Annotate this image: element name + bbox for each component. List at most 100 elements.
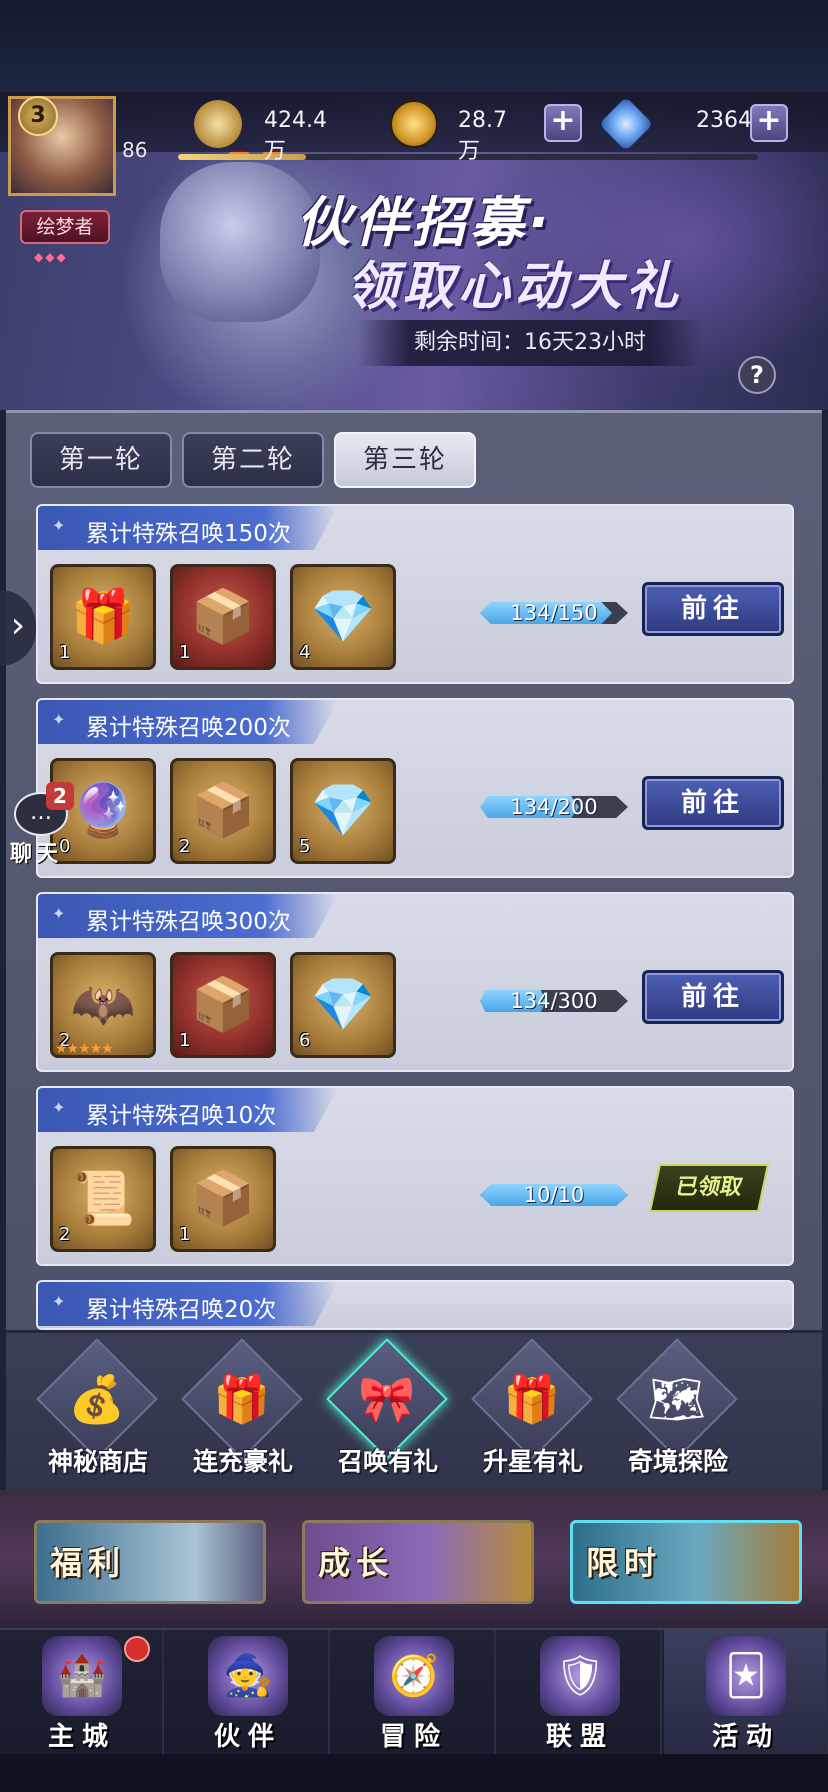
category-label: 成长 (318, 1544, 395, 1582)
nav-label: 联盟 (545, 1722, 614, 1752)
help-button[interactable]: ? (738, 356, 776, 394)
task-card: ✦ 累计特殊召唤20次 (36, 1280, 794, 1330)
role-dots: ◆◆◆ (34, 250, 68, 264)
task-title: 累计特殊召唤20次 (86, 1297, 277, 1323)
task-card: ✦ 累计特殊召唤300次 🦇 2 ★★★★★ 📦 1 💎 6 134/300 前往 (36, 892, 794, 1072)
item-quantity: 2 (59, 1224, 71, 1245)
nav-label: 伙伴 (213, 1722, 282, 1752)
item-quantity: 1 (179, 642, 191, 663)
cards-icon: 🃏 (725, 1653, 767, 1699)
progress-text: 134/300 (510, 989, 598, 1013)
reward-item[interactable]: 💎 5 (290, 758, 396, 864)
progress-text: 10/10 (523, 1183, 585, 1207)
progress-bar: 134/200 (480, 794, 628, 820)
go-button[interactable]: 前往 (642, 776, 784, 830)
go-button[interactable]: 前往 (642, 970, 784, 1024)
category-growth[interactable]: 成长 (302, 1520, 534, 1604)
item-quantity: 1 (179, 1030, 191, 1051)
event-shortcut[interactable]: 🎁 升星有礼 (465, 1338, 601, 1486)
reward-item[interactable]: 📦 2 (170, 758, 276, 864)
item-quantity: 2 (179, 836, 191, 857)
event-label: 升星有礼 (482, 1447, 583, 1476)
tab-round-2[interactable]: 第二轮 (182, 432, 324, 488)
remaining-time: 剩余时间：16天23小时 (358, 320, 702, 366)
nav-item[interactable]: 🛡 联盟 (498, 1630, 662, 1754)
go-button[interactable]: 前往 (642, 582, 784, 636)
wizard-hat-icon: 🧙 (223, 1653, 273, 1699)
progress-bar: 134/300 (480, 988, 628, 1014)
nav-item[interactable]: 🃏 活动 (664, 1630, 828, 1754)
event-shortcut[interactable]: 🗺 奇境探险 (610, 1338, 746, 1486)
event-label: 神秘商店 (47, 1447, 148, 1476)
player-level-badge: 3 (18, 96, 58, 136)
event-label: 连充豪礼 (192, 1447, 293, 1476)
gold-coin-icon (390, 100, 438, 148)
chat-badge: 2 (46, 782, 74, 810)
item-quantity: 4 (299, 642, 311, 663)
task-title: 累计特殊召唤300次 (86, 909, 291, 935)
nav-item[interactable]: 🧙 伙伴 (166, 1630, 330, 1754)
progress-text: 134/200 (510, 795, 598, 819)
power-value: 424.4万 (264, 108, 327, 164)
reward-item[interactable]: 📦 1 (170, 564, 276, 670)
shield-icon: 🛡 (554, 1653, 606, 1699)
reward-item[interactable]: 🎁 1 (50, 564, 156, 670)
category-welfare[interactable]: 福利 (34, 1520, 266, 1604)
task-title: 累计特殊召唤200次 (86, 715, 291, 741)
nav-item[interactable]: 🧭 冒险 (332, 1630, 496, 1754)
event-shortcut[interactable]: 🎁 连充豪礼 (175, 1338, 311, 1486)
category-label: 限时 (586, 1544, 663, 1582)
sparkle-icon: ✦ (52, 904, 66, 923)
reward-item[interactable]: 🦇 2 ★★★★★ (50, 952, 156, 1058)
top-decoration (0, 0, 828, 92)
tab-round-3[interactable]: 第三轮 (334, 432, 476, 488)
reward-item[interactable]: 📦 1 (170, 952, 276, 1058)
event-label: 奇境探险 (627, 1447, 728, 1476)
category-limited[interactable]: 限时 (570, 1520, 802, 1604)
star-gift-icon: 🎁 (503, 1372, 561, 1426)
tab-round-1[interactable]: 第一轮 (30, 432, 172, 488)
chat-label: 聊天 (10, 842, 63, 867)
ribbon-gift-icon: 🎀 (358, 1372, 416, 1426)
item-quantity: 5 (299, 836, 311, 857)
money-bag-icon: 💰 (68, 1372, 126, 1426)
task-card: ✦ 累计特殊召唤150次 🎁 1 📦 1 💎 4 134/150 前往 (36, 504, 794, 684)
progress-bar: 10/10 (480, 1182, 628, 1208)
sparkle-icon: ✦ (52, 516, 66, 535)
sparkle-icon: ✦ (52, 710, 66, 729)
reward-item[interactable]: 📦 1 (170, 1146, 276, 1252)
star-rating: ★★★★★ (55, 1041, 114, 1057)
gift-chest-icon: 🎁 (213, 1372, 271, 1426)
event-shortcut[interactable]: 💰 神秘商店 (30, 1338, 166, 1486)
progress-bar: 134/150 (480, 600, 628, 626)
chat-button[interactable]: … 2 聊天 (4, 782, 74, 867)
item-quantity: 1 (59, 642, 71, 663)
reward-item[interactable]: 📜 2 (50, 1146, 156, 1252)
sparkle-icon: ✦ (52, 1292, 66, 1311)
vip-level: 86 (122, 138, 148, 162)
item-quantity: 1 (179, 1224, 191, 1245)
claimed-badge: 已领取 (648, 1164, 770, 1212)
task-card: ✦ 累计特殊召唤10次 📜 2 📦 1 10/10 已领取 (36, 1086, 794, 1266)
progress-text: 134/150 (510, 601, 598, 625)
reward-item[interactable]: 💎 4 (290, 564, 396, 670)
treasure-map-icon: 🗺 (647, 1372, 707, 1426)
nav-label: 冒险 (379, 1722, 448, 1752)
event-label: 召唤有礼 (337, 1447, 438, 1476)
task-title: 累计特殊召唤10次 (86, 1103, 277, 1129)
add-diamond-button[interactable]: + (750, 104, 788, 142)
item-quantity: 6 (299, 1030, 311, 1051)
event-shortcut[interactable]: 🎀 召唤有礼 (320, 1338, 456, 1486)
castle-icon: 🏰 (57, 1653, 107, 1699)
sparkle-icon: ✦ (52, 1098, 66, 1117)
nav-label: 活动 (711, 1722, 780, 1752)
task-title: 累计特殊召唤150次 (86, 521, 291, 547)
bottom-strip (0, 1754, 828, 1792)
role-tag: 绘梦者 (20, 210, 110, 244)
category-label: 福利 (50, 1544, 127, 1582)
sword-icon (194, 100, 242, 148)
notification-dot (124, 1636, 150, 1662)
compass-icon: 🧭 (389, 1653, 439, 1699)
reward-item[interactable]: 💎 6 (290, 952, 396, 1058)
add-gold-button[interactable]: + (544, 104, 582, 142)
